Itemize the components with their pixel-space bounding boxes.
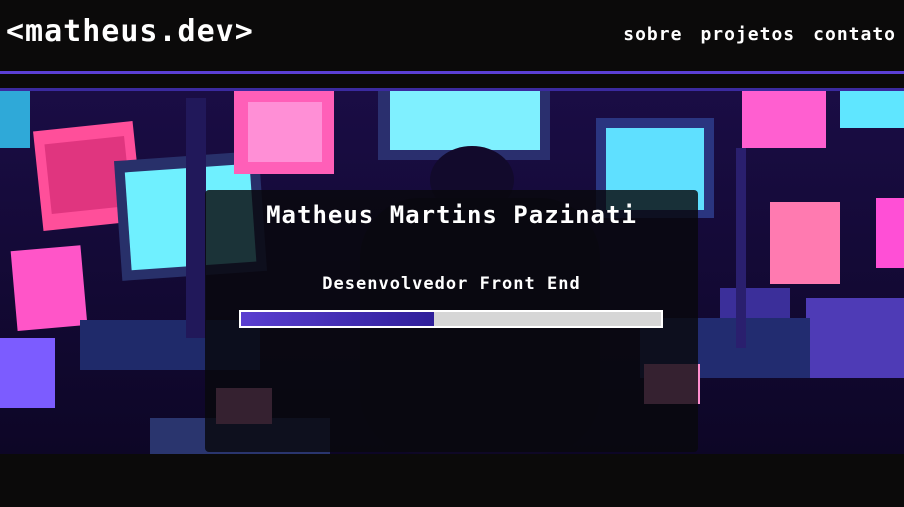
loading-progress-bar	[239, 310, 663, 328]
nav-link-contato[interactable]: contato	[813, 24, 896, 45]
nav-link-sobre[interactable]: sobre	[623, 24, 682, 45]
main-nav: sobre projetos contato	[623, 24, 896, 45]
progress-fill	[241, 312, 435, 326]
site-logo[interactable]: <matheus.dev>	[6, 14, 254, 49]
nav-link-projetos[interactable]: projetos	[700, 24, 795, 45]
site-header: <matheus.dev> sobre projetos contato	[0, 0, 904, 74]
intro-card: Matheus Martins Pazinati Desenvolvedor F…	[205, 190, 698, 452]
hero-name: Matheus Martins Pazinati	[266, 201, 637, 229]
hero-section: Matheus Martins Pazinati Desenvolvedor F…	[0, 88, 904, 454]
hero-role: Desenvolvedor Front End	[322, 274, 581, 294]
page-bottom-area	[0, 454, 904, 507]
